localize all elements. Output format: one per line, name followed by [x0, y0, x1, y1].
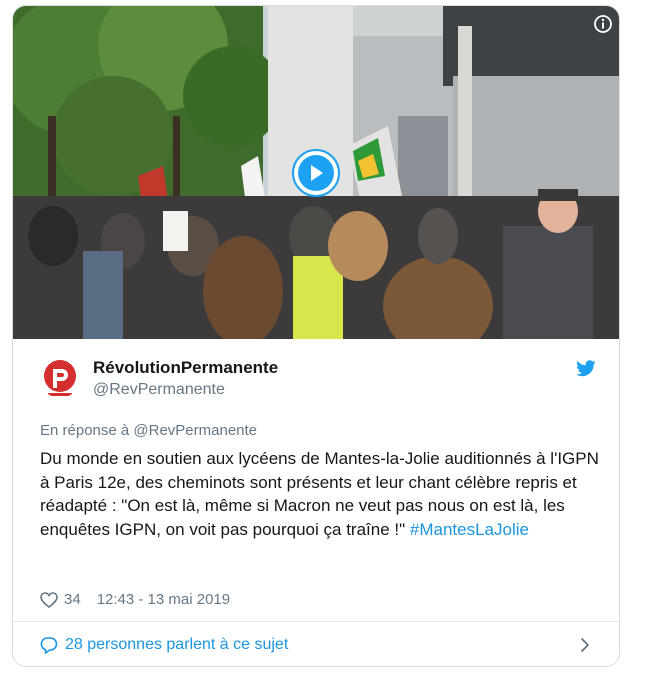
twitter-bird-icon[interactable] [575, 360, 597, 378]
like-count[interactable]: 34 [64, 591, 81, 608]
info-icon[interactable] [593, 14, 613, 34]
conversation-link[interactable]: 28 personnes parlent à ce sujet [40, 636, 288, 654]
chevron-right-icon[interactable] [579, 636, 591, 654]
divider [13, 621, 619, 622]
author-name[interactable]: RévolutionPermanente [93, 358, 278, 378]
tweet-card: RévolutionPermanente @RevPermanente En r… [12, 5, 620, 667]
play-button[interactable] [292, 149, 340, 197]
conversation-label: 28 personnes parlent à ce sujet [65, 636, 289, 653]
comment-bubble-icon [40, 637, 58, 654]
reply-context[interactable]: En réponse à @RevPermanente [40, 422, 257, 439]
hashtag-link[interactable]: #MantesLaJolie [410, 520, 529, 539]
author-handle[interactable]: @RevPermanente [93, 381, 225, 399]
tweet-meta: 34 12:43 - 13 mai 2019 [40, 591, 230, 608]
tweet-text: Du monde en soutien aux lycéens de Mante… [40, 447, 600, 541]
tweet-header: RévolutionPermanente @RevPermanente [40, 356, 600, 406]
play-icon [311, 165, 323, 181]
heart-icon[interactable] [40, 591, 58, 608]
video-player[interactable] [13, 6, 619, 339]
avatar[interactable] [40, 358, 80, 398]
tweet-timestamp[interactable]: 12:43 - 13 mai 2019 [97, 591, 230, 608]
